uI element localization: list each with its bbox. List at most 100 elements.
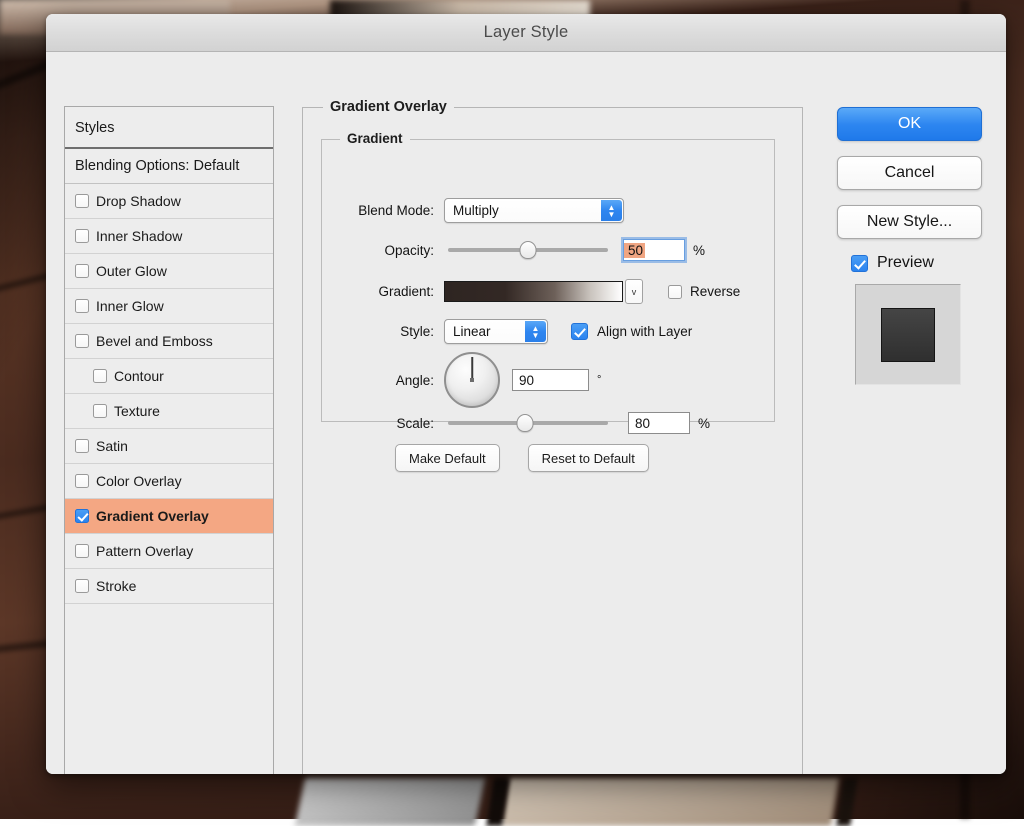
gradient-overlay-group: Gradient Overlay Gradient Blend Mode: Mu… — [302, 107, 803, 774]
style-select[interactable]: Linear ▲▼ — [444, 319, 548, 344]
style-label: Style: — [336, 324, 434, 339]
opacity-input[interactable]: 50 — [623, 239, 685, 261]
scale-unit: % — [698, 416, 710, 431]
styles-list-panel: Styles Blending Options: Default Drop Sh… — [64, 106, 274, 774]
align-with-layer-label: Align with Layer — [597, 324, 692, 339]
styles-item-label: Drop Shadow — [96, 193, 181, 209]
styles-item-inner-glow[interactable]: Inner Glow — [65, 289, 273, 324]
angle-dial-hub — [470, 378, 474, 382]
angle-label: Angle: — [336, 373, 434, 388]
styles-item-label: Gradient Overlay — [96, 508, 209, 524]
new-style-button[interactable]: New Style... — [837, 205, 982, 239]
styles-item-label: Blending Options: Default — [75, 158, 239, 174]
reset-to-default-button[interactable]: Reset to Default — [528, 444, 649, 472]
preview-checkbox-group[interactable]: Preview — [837, 254, 982, 272]
preview-checkbox[interactable] — [851, 255, 868, 272]
styles-item-label: Pattern Overlay — [96, 543, 193, 559]
styles-item-pattern-overlay[interactable]: Pattern Overlay — [65, 534, 273, 569]
opacity-slider[interactable] — [448, 241, 608, 259]
styles-item-checkbox[interactable] — [75, 544, 89, 558]
align-with-layer-group[interactable]: Align with Layer — [571, 323, 692, 340]
styles-item-label: Bevel and Emboss — [96, 333, 213, 349]
styles-item-checkbox[interactable] — [93, 369, 107, 383]
opacity-unit: % — [693, 243, 705, 258]
ok-button[interactable]: OK — [837, 107, 982, 141]
styles-item-checkbox[interactable] — [75, 474, 89, 488]
opacity-value: 50 — [624, 243, 645, 258]
styles-item-color-overlay[interactable]: Color Overlay — [65, 464, 273, 499]
styles-item-contour[interactable]: Contour — [65, 359, 273, 394]
opacity-label: Opacity: — [336, 243, 434, 258]
style-value: Linear — [445, 324, 491, 339]
styles-list-header: Styles — [65, 107, 273, 149]
chevron-updown-icon[interactable]: ▲▼ — [525, 321, 546, 342]
angle-dial[interactable] — [444, 352, 500, 408]
styles-item-label: Outer Glow — [96, 263, 167, 279]
styles-item-checkbox[interactable] — [75, 264, 89, 278]
styles-item-checkbox[interactable] — [75, 194, 89, 208]
styles-item-blending-options[interactable]: Blending Options: Default — [65, 149, 273, 184]
scale-input[interactable]: 80 — [628, 412, 690, 434]
gradient-overlay-group-title: Gradient Overlay — [323, 99, 454, 115]
gradient-subgroup-title: Gradient — [340, 131, 410, 146]
reverse-checkbox[interactable] — [668, 285, 682, 299]
gradient-dropdown-icon[interactable]: v — [625, 279, 643, 304]
blend-mode-row: Blend Mode: Multiply ▲▼ — [336, 198, 624, 223]
opacity-slider-thumb[interactable] — [520, 241, 537, 259]
styles-item-outer-glow[interactable]: Outer Glow — [65, 254, 273, 289]
styles-item-bevel-and-emboss[interactable]: Bevel and Emboss — [65, 324, 273, 359]
styles-item-label: Inner Glow — [96, 298, 164, 314]
chevron-updown-icon[interactable]: ▲▼ — [601, 200, 622, 221]
dialog-titlebar: Layer Style — [46, 14, 1006, 52]
gradient-label: Gradient: — [336, 284, 434, 299]
styles-item-checkbox[interactable] — [75, 509, 89, 523]
styles-item-satin[interactable]: Satin — [65, 429, 273, 464]
gradient-subgroup: Gradient Blend Mode: Multiply ▲▼ Opacity… — [321, 139, 775, 422]
dialog-title: Layer Style — [484, 23, 569, 42]
dialog-body: Styles Blending Options: Default Drop Sh… — [46, 52, 1006, 774]
make-default-button[interactable]: Make Default — [395, 444, 500, 472]
reverse-label: Reverse — [690, 284, 740, 299]
scale-label: Scale: — [336, 416, 434, 431]
scale-value: 80 — [629, 416, 650, 431]
gradient-row: Gradient: v Reverse — [336, 279, 740, 304]
styles-item-drop-shadow[interactable]: Drop Shadow — [65, 184, 273, 219]
styles-item-checkbox[interactable] — [93, 404, 107, 418]
blend-mode-label: Blend Mode: — [336, 203, 434, 218]
blend-mode-select[interactable]: Multiply ▲▼ — [444, 198, 624, 223]
styles-item-gradient-overlay[interactable]: Gradient Overlay — [65, 499, 273, 534]
angle-unit: ° — [597, 374, 601, 386]
styles-item-label: Satin — [96, 438, 128, 454]
gradient-swatch[interactable] — [444, 281, 623, 302]
angle-input[interactable]: 90 — [512, 369, 589, 391]
align-with-layer-checkbox[interactable] — [571, 323, 588, 340]
angle-value: 90 — [513, 373, 534, 388]
angle-row: Angle: 90 ° — [336, 352, 601, 408]
styles-item-checkbox[interactable] — [75, 334, 89, 348]
blend-mode-value: Multiply — [445, 203, 499, 218]
styles-item-checkbox[interactable] — [75, 439, 89, 453]
scale-slider-thumb[interactable] — [516, 414, 533, 432]
styles-item-label: Stroke — [96, 578, 136, 594]
styles-item-checkbox[interactable] — [75, 299, 89, 313]
styles-item-label: Contour — [114, 368, 164, 384]
scale-slider[interactable] — [448, 414, 608, 432]
styles-item-checkbox[interactable] — [75, 579, 89, 593]
dialog-actions: OK Cancel New Style... Preview — [837, 107, 982, 385]
default-buttons-row: Make Default Reset to Default — [395, 444, 649, 472]
styles-item-inner-shadow[interactable]: Inner Shadow — [65, 219, 273, 254]
styles-item-texture[interactable]: Texture — [65, 394, 273, 429]
preview-thumbnail — [855, 284, 961, 385]
styles-item-list: Drop Shadow Inner Shadow Outer Glow Inner G… — [65, 184, 273, 604]
chevron-down-glyph: v — [632, 287, 637, 297]
styles-item-checkbox[interactable] — [75, 229, 89, 243]
scale-row: Scale: 80 % — [336, 412, 710, 434]
styles-item-label: Color Overlay — [96, 473, 182, 489]
layer-style-dialog: Layer Style Styles Blending Options: Def… — [46, 14, 1006, 774]
styles-item-stroke[interactable]: Stroke — [65, 569, 273, 604]
cancel-button[interactable]: Cancel — [837, 156, 982, 190]
opacity-row: Opacity: 50 % — [336, 239, 705, 261]
style-row: Style: Linear ▲▼ Align with Layer — [336, 319, 692, 344]
reverse-checkbox-group[interactable]: Reverse — [668, 284, 740, 299]
preview-label: Preview — [877, 254, 934, 272]
